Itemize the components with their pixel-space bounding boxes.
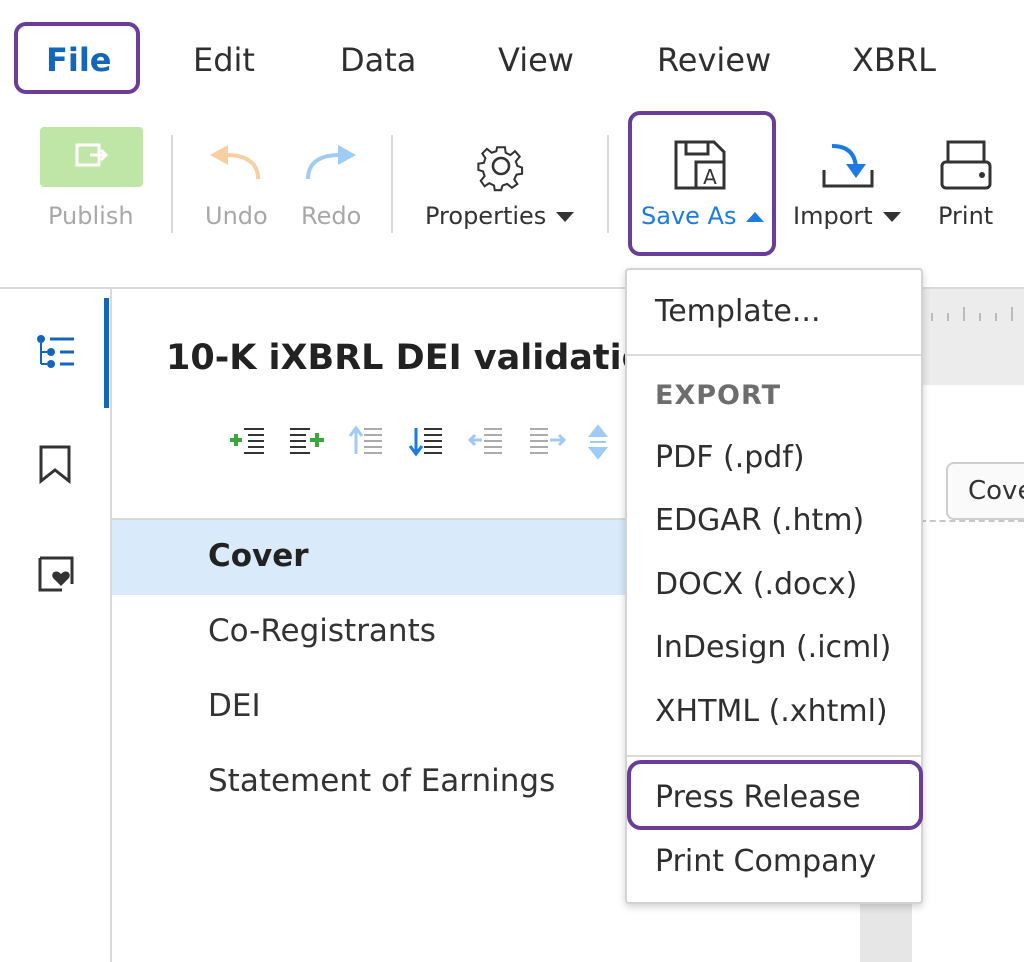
favorites-icon[interactable] (36, 554, 76, 594)
expand-collapse-icon[interactable] (587, 424, 609, 460)
menu-item-docx[interactable]: DOCX (.docx) (655, 567, 857, 602)
properties-button[interactable]: Properties (425, 200, 575, 232)
press-release-highlight (627, 760, 923, 830)
import-label: Import (793, 202, 873, 230)
svg-text:A: A (703, 165, 717, 189)
publish-icon (75, 143, 109, 167)
menu-item-pdf[interactable]: PDF (.pdf) (655, 440, 805, 475)
outline-icon[interactable] (36, 334, 76, 370)
menu-file[interactable]: File (46, 38, 112, 82)
publish-label: Publish (48, 202, 134, 230)
redo-label: Redo (301, 202, 362, 230)
menu-view[interactable]: View (498, 38, 574, 82)
rail-active-indicator (104, 298, 109, 408)
chevron-down-icon (882, 212, 901, 222)
save-as-icon: A (674, 140, 726, 190)
add-section-before-icon[interactable] (230, 428, 264, 454)
menu-item-indesign[interactable]: InDesign (.icml) (655, 630, 891, 665)
import-button[interactable]: Import (793, 200, 901, 232)
properties-label: Properties (425, 202, 547, 230)
menu-data[interactable]: Data (340, 38, 416, 82)
print-label: Print (938, 202, 994, 230)
menu-edit[interactable]: Edit (193, 38, 255, 82)
outline-item-co-registrants[interactable]: Co-Registrants (112, 595, 628, 670)
menu-review[interactable]: Review (657, 38, 771, 82)
bookmark-icon[interactable] (38, 444, 72, 484)
print-icon[interactable] (938, 138, 994, 192)
menu-xbrl[interactable]: XBRL (852, 38, 936, 82)
left-rail (0, 289, 112, 962)
undo-label: Undo (205, 202, 268, 230)
outdent-icon[interactable] (467, 428, 502, 454)
menu-item-xhtml[interactable]: XHTML (.xhtml) (655, 694, 888, 729)
outline-item-dei[interactable]: DEI (112, 670, 628, 745)
menu-separator (627, 755, 921, 757)
move-up-icon[interactable] (348, 425, 382, 454)
outline-item-statement-of-earnings[interactable]: Statement of Earnings (112, 745, 628, 820)
publish-button[interactable] (40, 127, 143, 187)
save-as-label: Save As (641, 200, 765, 232)
add-section-after-icon[interactable] (290, 428, 324, 454)
page-boundary (920, 520, 1024, 522)
outline-item-cover[interactable]: Cover (112, 520, 628, 595)
gear-icon[interactable] (472, 138, 530, 194)
toolbar-divider (391, 135, 393, 233)
cover-tab[interactable]: Cove (946, 462, 1024, 520)
chevron-up-icon (746, 212, 765, 222)
chevron-down-icon (556, 212, 575, 222)
outline-tools (230, 424, 609, 460)
toolbar-divider (607, 135, 609, 233)
menu-separator (627, 354, 921, 356)
move-down-icon[interactable] (408, 428, 442, 457)
export-section-header: EXPORT (655, 380, 781, 411)
indent-icon[interactable] (530, 428, 567, 454)
toolbar-divider (171, 135, 173, 233)
menu-item-edgar[interactable]: EDGAR (.htm) (655, 503, 864, 538)
redo-icon[interactable] (302, 143, 362, 183)
menu-item-template[interactable]: Template... (655, 294, 821, 329)
menu-item-print-company[interactable]: Print Company (655, 844, 876, 879)
document-title: 10-K iXBRL DEI validatio (166, 338, 646, 378)
import-icon[interactable] (818, 140, 878, 192)
undo-icon[interactable] (206, 143, 266, 183)
